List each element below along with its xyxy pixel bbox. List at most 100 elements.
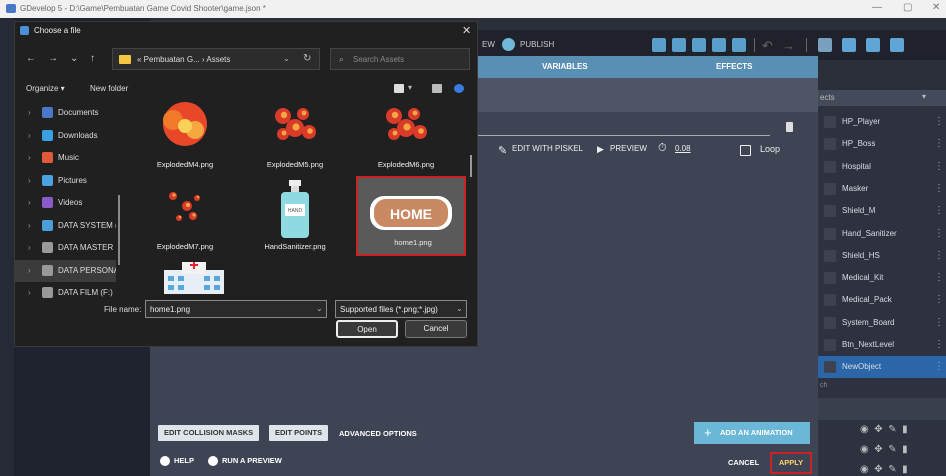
close-window-icon[interactable]: ✕ [932, 2, 940, 13]
object-search-field[interactable]: ch [818, 378, 946, 394]
run-preview-button[interactable]: RUN A PREVIEW [208, 456, 282, 467]
chevron-right-icon[interactable]: › [28, 131, 31, 140]
object-list-item[interactable]: Hospital ⋮ [818, 156, 946, 178]
help-button[interactable]: HELP [160, 456, 194, 467]
publish-icon[interactable] [502, 38, 515, 51]
nav-scrollbar[interactable] [118, 195, 120, 265]
nav-item[interactable]: › Music [14, 147, 116, 169]
object-list-item[interactable]: Medical_Kit ⋮ [818, 267, 946, 289]
chevron-right-icon[interactable]: › [28, 198, 31, 207]
nav-item[interactable]: › DATA FILM (F:) [14, 282, 116, 304]
grid-icon[interactable] [842, 38, 856, 52]
preview-partial-label[interactable]: EW [482, 40, 495, 49]
preview-button[interactable]: PREVIEW [610, 144, 647, 153]
instances-list-icon[interactable] [712, 38, 726, 52]
back-icon[interactable]: ← [26, 53, 36, 64]
file-item[interactable]: HAND HandSanitizer.png [245, 178, 345, 260]
nav-item[interactable]: › Pictures [14, 170, 116, 192]
view-options-icon[interactable] [394, 84, 404, 93]
zoom-in-icon[interactable] [890, 38, 904, 52]
object-list-item[interactable]: HP_Player ⋮ [818, 111, 946, 133]
advanced-options-button[interactable]: ADVANCED OPTIONS [339, 429, 417, 438]
object-list-item[interactable]: System_Board ⋮ [818, 312, 946, 334]
up-folder-icon[interactable]: ↑ [90, 53, 95, 64]
edit-with-piskel-button[interactable]: EDIT WITH PISKEL [512, 144, 583, 153]
more-options-icon[interactable]: ⋮ [934, 138, 944, 149]
more-options-icon[interactable]: ⋮ [934, 228, 944, 239]
object-list-item[interactable]: Shield_M ⋮ [818, 200, 946, 222]
object-list-item[interactable]: Shield_HS ⋮ [818, 245, 946, 267]
help-icon[interactable] [454, 84, 464, 93]
file-type-select[interactable]: Supported files (*.png;*.jpg) ⌄ [335, 300, 467, 318]
events-icon[interactable] [818, 38, 832, 52]
files-scrollbar[interactable] [470, 155, 472, 177]
more-options-icon[interactable]: ⋮ [934, 116, 944, 127]
chevron-down-icon[interactable]: ⌄ [316, 304, 323, 313]
chevron-down-icon[interactable]: ⌄ [456, 304, 463, 313]
chevron-down-icon[interactable]: ⌄ [283, 54, 290, 63]
search-input[interactable]: ⌕ Search Assets [330, 48, 470, 70]
trash-icon[interactable] [786, 122, 793, 132]
more-options-icon[interactable]: ⋮ [934, 317, 944, 328]
file-item[interactable]: ExplodedM6.png [356, 98, 456, 178]
chevron-right-icon[interactable]: › [28, 288, 31, 297]
more-options-icon[interactable]: ⋮ [934, 183, 944, 194]
recent-locations-icon[interactable]: ⌄ [70, 53, 78, 64]
chevron-right-icon[interactable]: › [28, 243, 31, 252]
undo-icon[interactable]: ↶ [762, 38, 773, 54]
file-item[interactable]: ExplodedM7.png [135, 180, 235, 260]
nav-item[interactable]: › DATA SYSTEM ( [14, 215, 116, 237]
nav-item[interactable]: › Videos [14, 192, 116, 214]
open-button[interactable]: Open [336, 320, 398, 338]
apply-button[interactable]: APPLY [770, 452, 812, 474]
chevron-down-icon[interactable]: ▾ [408, 83, 412, 92]
more-options-icon[interactable]: ⋮ [934, 361, 944, 372]
play-icon[interactable]: ▶ [597, 144, 604, 155]
object-list-item[interactable]: HP_Boss ⋮ [818, 133, 946, 155]
animation-name-field[interactable] [478, 117, 770, 136]
layer-row-tools[interactable]: ◉ ✥ ✎ ▮ [860, 424, 908, 435]
object-list-item[interactable]: Hand_Sanitizer ⋮ [818, 223, 946, 245]
forward-icon[interactable]: → [48, 53, 58, 64]
cancel-button[interactable]: CANCEL [728, 458, 759, 467]
frame-timing-input[interactable]: 0.08 [675, 144, 691, 153]
object-list-item[interactable]: Btn_NextLevel ⋮ [818, 334, 946, 356]
more-options-icon[interactable]: ⋮ [934, 205, 944, 216]
preview-pane-icon[interactable] [432, 84, 442, 93]
nav-item[interactable]: › Downloads [14, 125, 116, 147]
refresh-icon[interactable]: ↻ [303, 53, 311, 64]
edit-points-button[interactable]: EDIT POINTS [269, 425, 329, 441]
chevron-right-icon[interactable]: › [28, 221, 31, 230]
edit-collision-masks-button[interactable]: EDIT COLLISION MASKS [158, 425, 260, 441]
new-folder-button[interactable]: New folder [90, 84, 128, 93]
more-options-icon[interactable]: ⋮ [934, 294, 944, 305]
file-item[interactable]: HOME home1.png [356, 176, 466, 256]
more-options-icon[interactable]: ⋮ [934, 250, 944, 261]
minimize-icon[interactable]: — [872, 2, 882, 13]
redo-icon[interactable]: → [782, 38, 795, 53]
chevron-right-icon[interactable]: › [28, 266, 31, 275]
object-groups-icon[interactable] [672, 38, 686, 52]
more-options-icon[interactable]: ⋮ [934, 161, 944, 172]
chevron-right-icon[interactable]: › [28, 108, 31, 117]
chevron-right-icon[interactable]: › [28, 153, 31, 162]
zoom-icon[interactable] [866, 38, 880, 52]
organize-button[interactable]: Organize ▾ [26, 84, 65, 93]
chevron-right-icon[interactable]: › [28, 176, 31, 185]
object-list-item[interactable]: Masker ⋮ [818, 178, 946, 200]
more-options-icon[interactable]: ⋮ [934, 339, 944, 350]
object-list-item[interactable]: Medical_Pack ⋮ [818, 289, 946, 311]
tab-variables[interactable]: VARIABLES [542, 62, 588, 71]
layer-row-tools[interactable]: ◉ ✥ ✎ ▮ [860, 444, 908, 455]
nav-item[interactable]: › DATA PERSONA [14, 259, 116, 282]
publish-button[interactable]: PUBLISH [520, 40, 554, 49]
file-name-input[interactable]: home1.png ⌄ [145, 300, 327, 318]
more-options-icon[interactable]: ⋮ [934, 272, 944, 283]
loop-checkbox[interactable] [740, 145, 751, 156]
file-item[interactable]: ExplodedM4.png [135, 98, 235, 178]
add-animation-button[interactable]: + ADD AN ANIMATION [694, 422, 810, 444]
object-list-item[interactable]: NewObject ⋮ [818, 356, 946, 379]
chevron-down-icon[interactable]: ▾ [922, 92, 926, 101]
properties-icon[interactable] [692, 38, 706, 52]
tab-effects[interactable]: EFFECTS [716, 62, 752, 71]
